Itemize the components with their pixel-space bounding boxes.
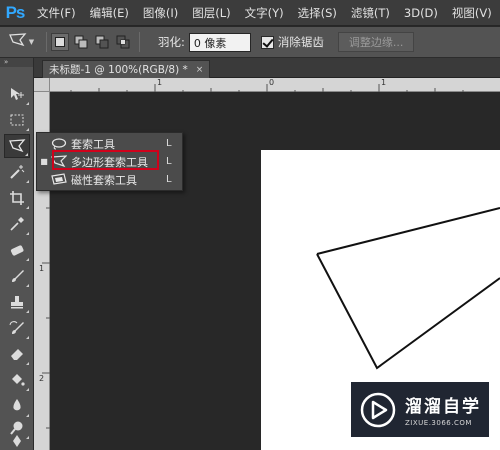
watermark-title: 溜溜自学 xyxy=(405,397,481,417)
watermark: 溜溜自学 ZIXUE.3066.COM xyxy=(351,382,489,437)
shortcut-key: L xyxy=(166,174,172,185)
healing-brush-button[interactable] xyxy=(4,238,30,262)
new-selection-icon xyxy=(55,37,65,47)
blur-tool-button[interactable] xyxy=(4,394,30,418)
blur-tool-icon xyxy=(13,399,21,411)
intersect-selection-button[interactable] xyxy=(114,33,132,51)
brush-tool-icon xyxy=(12,270,24,282)
healing-brush-icon xyxy=(10,245,24,256)
add-selection-icon xyxy=(74,35,88,49)
paint-bucket-icon xyxy=(12,374,25,386)
crop-tool-button[interactable] xyxy=(4,186,30,210)
divider xyxy=(139,32,140,52)
feather-input[interactable]: 0 像素 xyxy=(188,32,251,52)
ruler-label: 0 xyxy=(269,78,275,87)
move-tool-button[interactable] xyxy=(4,82,30,106)
move-tool-icon xyxy=(11,88,24,100)
menu-3d[interactable]: 3D(D) xyxy=(397,6,445,20)
tool-preset-picker[interactable]: ▼ xyxy=(0,27,42,58)
menu-select[interactable]: 选择(S) xyxy=(291,5,344,21)
pen-tool-button[interactable] xyxy=(4,432,30,450)
menu-filter[interactable]: 滤镜(T) xyxy=(344,5,397,21)
intersect-selection-icon xyxy=(116,35,130,49)
refine-edge-button[interactable]: 调整边缘... xyxy=(337,32,415,52)
clone-stamp-button[interactable] xyxy=(4,290,30,314)
pen-tool-icon xyxy=(13,435,21,447)
toolbox-collapse-button[interactable]: » xyxy=(0,58,33,67)
menu-layer[interactable]: 图层(L) xyxy=(185,5,237,21)
menu-view[interactable]: 视图(V) xyxy=(445,5,499,21)
menu-file[interactable]: 文件(F) xyxy=(30,5,83,21)
antialias-label: 消除锯齿 xyxy=(277,35,324,49)
magic-wand-icon xyxy=(10,165,25,179)
document-tab[interactable]: 未标题-1 @ 100%(RGB/8) * × xyxy=(42,60,211,78)
flyout-item-magnetic-lasso[interactable]: 磁性套索工具 L xyxy=(37,171,182,188)
options-bar: ▼ 羽化: 0 像素 消除锯齿 调整边缘... xyxy=(0,27,500,58)
document-tab-bar: 未标题-1 @ 100%(RGB/8) * × xyxy=(34,58,500,78)
ruler-label: 2 xyxy=(39,374,45,383)
brush-tool-button[interactable] xyxy=(4,264,30,288)
play-logo-icon xyxy=(360,392,396,427)
subtract-selection-icon xyxy=(95,35,109,49)
eraser-icon xyxy=(11,349,23,360)
menu-type[interactable]: 文字(Y) xyxy=(238,5,291,21)
add-to-selection-button[interactable] xyxy=(72,33,90,51)
highlight-annotation-box xyxy=(52,150,159,170)
lasso-tool-button[interactable] xyxy=(4,134,30,158)
ruler-label: 1 xyxy=(381,78,387,87)
close-icon[interactable]: × xyxy=(196,65,204,75)
ps-logo: Ps xyxy=(5,2,26,22)
shortcut-key: L xyxy=(166,138,172,149)
ruler-label: 1 xyxy=(39,264,45,273)
horizontal-ruler: 1 0 1 xyxy=(34,78,500,92)
history-brush-icon xyxy=(9,321,24,334)
document-tab-title: 未标题-1 @ 100%(RGB/8) * xyxy=(49,64,188,76)
new-selection-button[interactable] xyxy=(51,33,69,51)
clone-stamp-icon xyxy=(11,296,23,309)
chevron-down-icon: ▼ xyxy=(28,38,35,46)
toolbox: » xyxy=(0,58,34,450)
history-brush-button[interactable] xyxy=(4,316,30,340)
eyedropper-icon xyxy=(10,217,24,231)
eraser-button[interactable] xyxy=(4,342,30,366)
marquee-tool-button[interactable] xyxy=(4,108,30,132)
watermark-url: ZIXUE.3066.COM xyxy=(405,419,472,427)
shortcut-key: L xyxy=(166,156,172,167)
eyedropper-button[interactable] xyxy=(4,212,30,236)
ruler-origin[interactable] xyxy=(34,78,50,92)
crop-tool-icon xyxy=(10,191,24,205)
feather-label: 羽化: xyxy=(158,35,185,49)
lasso-icon xyxy=(51,137,67,151)
selected-bullet: ■ xyxy=(40,157,48,166)
antialias-checkbox[interactable] xyxy=(260,35,274,49)
menu-image[interactable]: 图像(I) xyxy=(136,5,185,21)
magic-wand-button[interactable] xyxy=(4,160,30,184)
flyout-item-label: 磁性套索工具 xyxy=(71,173,137,187)
magnetic-lasso-icon xyxy=(51,173,67,187)
menu-bar: Ps 文件(F) 编辑(E) 图像(I) 图层(L) 文字(Y) 选择(S) 滤… xyxy=(0,0,500,26)
subtract-from-selection-button[interactable] xyxy=(93,33,111,51)
menu-edit[interactable]: 编辑(E) xyxy=(83,5,136,21)
ruler-label: 1 xyxy=(157,78,163,87)
divider xyxy=(46,32,47,52)
marquee-tool-icon xyxy=(10,114,24,126)
lasso-tool-icon xyxy=(9,139,26,153)
polygonal-lasso-icon xyxy=(8,32,28,52)
paint-bucket-button[interactable] xyxy=(4,368,30,392)
